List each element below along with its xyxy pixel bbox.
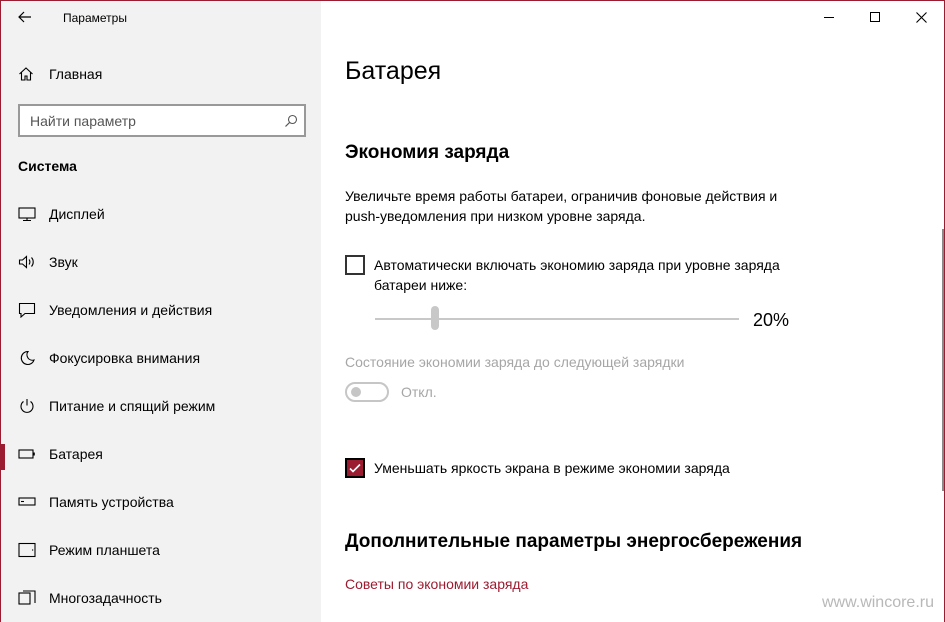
close-button[interactable] bbox=[898, 1, 944, 33]
sidebar-item-battery[interactable]: Батарея bbox=[1, 434, 321, 482]
sidebar-item-home[interactable]: Главная bbox=[1, 58, 321, 90]
main-content: Батарея Экономия заряда Увеличьте время … bbox=[321, 1, 944, 622]
sidebar-item-sound[interactable]: Звук bbox=[1, 242, 321, 290]
threshold-slider-track[interactable] bbox=[375, 318, 739, 320]
multitasking-icon bbox=[18, 590, 36, 605]
back-arrow-icon bbox=[18, 11, 31, 23]
sidebar-item-label: Дисплей bbox=[49, 206, 105, 222]
threshold-value: 20% bbox=[753, 310, 790, 330]
sidebar-item-multitasking[interactable]: Многозадачность bbox=[1, 578, 321, 622]
search-icon[interactable] bbox=[284, 114, 298, 128]
battery-icon bbox=[18, 449, 35, 459]
titlebar: Параметры bbox=[1, 1, 321, 34]
reduce-brightness-label[interactable]: Уменьшать яркость экрана в режиме эконом… bbox=[374, 458, 834, 478]
sidebar-item-label: Звук bbox=[49, 254, 78, 270]
sidebar-item-notifications[interactable]: Уведомления и действия bbox=[1, 290, 321, 338]
saver-status-toggle[interactable] bbox=[345, 382, 389, 402]
search-input[interactable] bbox=[20, 106, 270, 135]
sidebar-nav: Дисплей Звук Уведомления и действия Фоку… bbox=[1, 194, 321, 622]
sidebar-item-label: Батарея bbox=[49, 446, 103, 462]
back-button[interactable] bbox=[9, 3, 41, 31]
saver-status-label: Состояние экономии заряда до следующей з… bbox=[345, 354, 685, 370]
checkmark-icon bbox=[349, 463, 361, 473]
battery-saver-heading: Экономия заряда bbox=[345, 142, 510, 163]
threshold-slider-thumb[interactable] bbox=[431, 306, 439, 330]
sidebar-item-storage[interactable]: Память устройства bbox=[1, 482, 321, 530]
battery-tips-link[interactable]: Советы по экономии заряда bbox=[345, 576, 528, 592]
battery-saver-description: Увеличьте время работы батареи, ограничи… bbox=[345, 188, 778, 224]
display-icon bbox=[18, 207, 36, 222]
toggle-state-label: Откл. bbox=[401, 384, 437, 400]
auto-saver-checkbox[interactable] bbox=[345, 255, 365, 275]
maximize-icon bbox=[870, 12, 880, 22]
sidebar-item-label: Память устройства bbox=[49, 494, 174, 510]
minimize-button[interactable] bbox=[806, 1, 852, 33]
search-box bbox=[18, 104, 306, 137]
page-title: Батарея bbox=[345, 57, 442, 85]
sound-icon bbox=[18, 255, 34, 269]
sidebar: Параметры Главная Система Дисплей Звук У… bbox=[1, 1, 321, 622]
toggle-knob bbox=[351, 387, 361, 397]
sidebar-item-label: Многозадачность bbox=[49, 590, 162, 606]
storage-icon bbox=[18, 497, 36, 506]
home-label: Главная bbox=[49, 66, 103, 82]
sidebar-item-power[interactable]: Питание и спящий режим bbox=[1, 386, 321, 434]
sidebar-item-display[interactable]: Дисплей bbox=[1, 194, 321, 242]
sidebar-item-label: Фокусировка внимания bbox=[49, 350, 201, 366]
tablet-icon bbox=[18, 542, 36, 558]
sidebar-item-focus-assist[interactable]: Фокусировка внимания bbox=[1, 338, 321, 386]
auto-saver-label[interactable]: Автоматически включать экономию заряда п… bbox=[374, 255, 794, 295]
sidebar-item-label: Питание и спящий режим bbox=[49, 398, 216, 414]
settings-window: Параметры Главная Система Дисплей Звук У… bbox=[0, 0, 945, 622]
cutoff-link[interactable] bbox=[345, 615, 545, 622]
more-settings-heading: Дополнительные параметры энергосбережени… bbox=[345, 531, 803, 552]
app-title: Параметры bbox=[63, 11, 127, 25]
close-icon bbox=[915, 11, 927, 23]
maximize-button[interactable] bbox=[852, 1, 898, 33]
notifications-icon bbox=[18, 302, 36, 318]
reduce-brightness-checkbox[interactable] bbox=[345, 458, 365, 478]
sidebar-item-tablet-mode[interactable]: Режим планшета bbox=[1, 530, 321, 578]
minimize-icon bbox=[824, 17, 834, 18]
moon-icon bbox=[20, 350, 35, 366]
sidebar-item-label: Уведомления и действия bbox=[49, 302, 213, 318]
sidebar-item-label: Режим планшета bbox=[49, 542, 160, 558]
section-title: Система bbox=[18, 158, 77, 174]
scrollbar[interactable] bbox=[942, 229, 944, 491]
watermark: www.wincore.ru bbox=[821, 594, 934, 611]
power-icon bbox=[20, 399, 34, 413]
home-icon bbox=[19, 67, 33, 81]
